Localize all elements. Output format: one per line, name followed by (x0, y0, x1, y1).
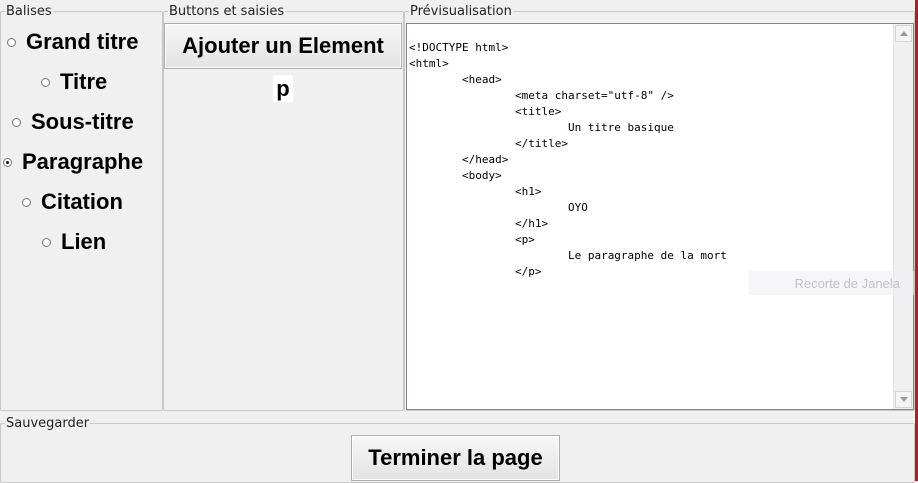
save-legend: Sauvegarder (5, 416, 91, 431)
scroll-up-button[interactable] (895, 25, 912, 42)
radio-label: Grand titre (26, 29, 139, 54)
element-text-input[interactable]: p (273, 75, 293, 102)
radio-label: Titre (60, 69, 108, 94)
radio-sous-titre[interactable]: Sous-titre (12, 109, 134, 135)
scroll-down-button[interactable] (895, 391, 912, 408)
radio-button[interactable] (41, 77, 50, 87)
buttons-legend: Buttons et saisies (168, 4, 286, 19)
radio-button[interactable] (12, 117, 21, 127)
watermark-overlay: Recorte de Janela (749, 271, 914, 295)
finish-page-button[interactable]: Terminer la page (351, 435, 560, 481)
radio-button[interactable] (42, 237, 51, 247)
radio-label: Lien (61, 229, 107, 254)
radio-titre[interactable]: Titre (41, 69, 107, 95)
radio-lien[interactable]: Lien (42, 229, 106, 255)
radio-label: Paragraphe (22, 149, 144, 174)
buttons-group: Buttons et saisies (163, 4, 404, 411)
radio-grand-titre[interactable]: Grand titre (7, 29, 138, 55)
radio-label: Sous-titre (31, 109, 134, 134)
radio-button-checked[interactable] (3, 157, 12, 167)
chevron-up-icon (899, 31, 908, 36)
preview-textarea[interactable]: <!DOCTYPE html> <html> <head> <meta char… (406, 23, 914, 410)
preview-legend: Prévisualisation (409, 4, 513, 19)
balises-legend: Balises (5, 4, 53, 19)
radio-label: Citation (41, 189, 123, 214)
radio-paragraphe[interactable]: Paragraphe (3, 149, 143, 175)
add-element-button[interactable]: Ajouter un Element (164, 23, 402, 69)
radio-citation[interactable]: Citation (22, 189, 123, 215)
radio-button[interactable] (22, 197, 31, 207)
chevron-down-icon (899, 397, 908, 402)
preview-scrollbar[interactable] (893, 24, 913, 409)
radio-button[interactable] (7, 37, 16, 47)
preview-code: <!DOCTYPE html> <html> <head> <meta char… (409, 41, 727, 278)
